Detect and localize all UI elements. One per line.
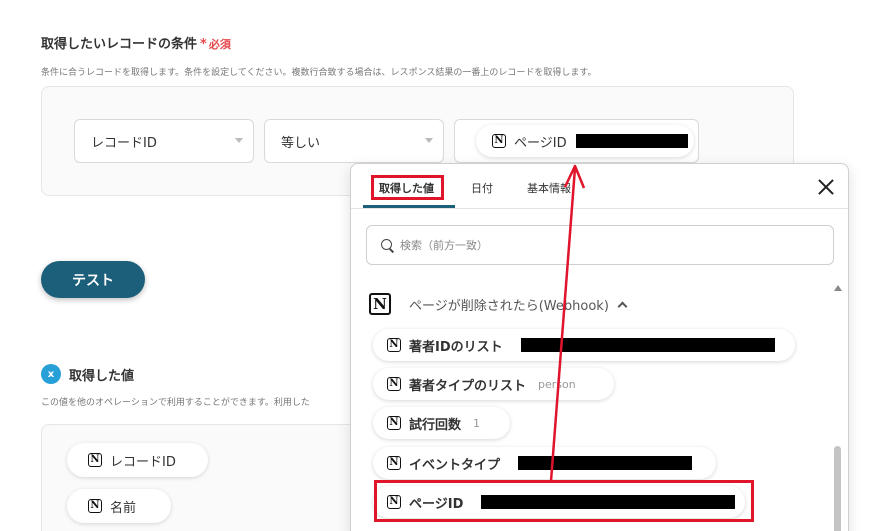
annotation-arrow [549, 164, 586, 482]
